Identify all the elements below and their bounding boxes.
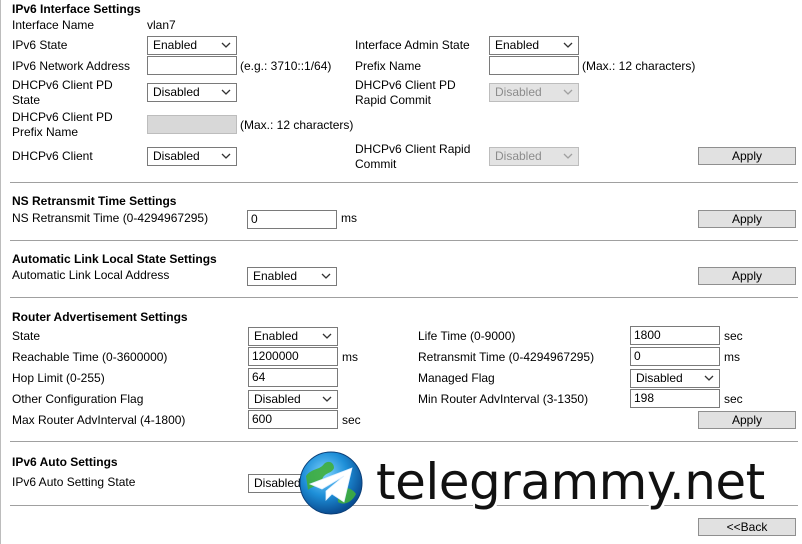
- max-adv-interval-unit: sec: [342, 413, 361, 427]
- retransmit-time-input[interactable]: 0: [630, 347, 720, 366]
- pd-rapid-label-line1: DHCPv6 Client PD: [355, 78, 456, 92]
- interface-name-value: vlan7: [147, 18, 176, 32]
- chevron-down-icon: [221, 153, 231, 159]
- client-rapid-label-line1: DHCPv6 Client Rapid: [355, 142, 471, 156]
- retransmit-time-label: Retransmit Time (0-4294967295): [418, 350, 595, 364]
- left-frame-border: [0, 0, 1, 544]
- retransmit-time-unit: ms: [724, 350, 740, 364]
- chevron-down-icon: [322, 333, 332, 339]
- ns-retransmit-input[interactable]: 0: [247, 210, 337, 229]
- section-divider: [10, 441, 798, 442]
- pd-prefix-hint: (Max.: 12 characters): [240, 118, 354, 132]
- network-address-input[interactable]: [147, 56, 237, 75]
- ipv6-state-value: Enabled: [153, 38, 198, 52]
- telegram-globe-icon: [299, 451, 363, 515]
- pd-prefix-input: [147, 115, 237, 134]
- pd-state-label-line2: State: [12, 93, 41, 107]
- chevron-down-icon: [563, 42, 573, 48]
- min-adv-interval-input[interactable]: 198: [630, 389, 720, 408]
- ns-retransmit-label: NS Retransmit Time (0-4294967295): [12, 211, 209, 225]
- dhcp-client-label: DHCPv6 Client: [12, 149, 93, 163]
- client-rapid-select: Disabled: [489, 147, 579, 166]
- apply-interface-button[interactable]: Apply: [698, 147, 796, 165]
- section-title-ipv6-auto: IPv6 Auto Settings: [12, 455, 118, 469]
- max-adv-interval-input[interactable]: 600: [248, 410, 338, 429]
- min-adv-interval-unit: sec: [724, 392, 743, 406]
- prefix-name-hint: (Max.: 12 characters): [582, 59, 696, 73]
- ipv6-state-label: IPv6 State: [12, 38, 68, 52]
- network-address-label: IPv6 Network Address: [12, 59, 131, 73]
- section-title-auto-link-local: Automatic Link Local State Settings: [12, 252, 217, 266]
- section-divider: [10, 240, 798, 241]
- life-time-label: Life Time (0-9000): [418, 329, 516, 343]
- pd-state-value: Disabled: [153, 85, 200, 99]
- chevron-down-icon: [321, 273, 331, 279]
- reachable-time-input[interactable]: 1200000: [248, 347, 338, 366]
- other-config-select[interactable]: Disabled: [248, 390, 338, 409]
- client-rapid-value: Disabled: [495, 149, 542, 163]
- pd-rapid-value: Disabled: [495, 85, 542, 99]
- apply-link-local-button[interactable]: Apply: [698, 267, 796, 285]
- pd-state-select[interactable]: Disabled: [147, 83, 237, 102]
- section-title-router-adv: Router Advertisement Settings: [12, 310, 188, 324]
- interface-name-label: Interface Name: [12, 18, 95, 32]
- admin-state-select[interactable]: Enabled: [489, 36, 579, 55]
- admin-state-value: Enabled: [495, 38, 540, 52]
- hop-limit-input[interactable]: 64: [248, 368, 338, 387]
- reachable-time-unit: ms: [342, 350, 358, 364]
- apply-router-adv-button[interactable]: Apply: [698, 411, 796, 429]
- pd-state-label-line1: DHCPv6 Client PD: [12, 78, 113, 92]
- ra-state-select[interactable]: Enabled: [248, 327, 338, 346]
- chevron-down-icon: [221, 42, 231, 48]
- back-button[interactable]: <<Back: [698, 518, 796, 536]
- chevron-down-icon: [221, 89, 231, 95]
- prefix-name-input[interactable]: [489, 56, 579, 75]
- life-time-input[interactable]: 1800: [630, 326, 720, 345]
- network-address-hint: (e.g.: 3710::1/64): [240, 59, 332, 73]
- auto-link-local-label: Automatic Link Local Address: [12, 268, 170, 282]
- other-config-label: Other Configuration Flag: [12, 392, 144, 406]
- hop-limit-label: Hop Limit (0-255): [12, 371, 105, 385]
- chevron-down-icon: [322, 396, 332, 402]
- managed-flag-value: Disabled: [636, 371, 683, 385]
- min-adv-interval-label: Min Router AdvInterval (3-1350): [418, 392, 589, 406]
- auto-link-local-value: Enabled: [253, 269, 298, 283]
- other-config-value: Disabled: [254, 392, 301, 406]
- prefix-name-label: Prefix Name: [355, 59, 422, 73]
- ra-state-value: Enabled: [254, 329, 299, 343]
- pd-prefix-label-line1: DHCPv6 Client PD: [12, 110, 113, 124]
- chevron-down-icon: [704, 375, 714, 381]
- managed-flag-label: Managed Flag: [418, 371, 495, 385]
- ipv6-state-select[interactable]: Enabled: [147, 36, 237, 55]
- auto-link-local-select[interactable]: Enabled: [247, 267, 337, 286]
- chevron-down-icon: [563, 153, 573, 159]
- ipv6-auto-label: IPv6 Auto Setting State: [12, 475, 136, 489]
- watermark: telegrammy.net: [298, 450, 788, 520]
- life-time-unit: sec: [724, 329, 743, 343]
- admin-state-label: Interface Admin State: [355, 38, 470, 52]
- reachable-time-label: Reachable Time (0-3600000): [12, 350, 168, 364]
- section-divider: [10, 182, 798, 183]
- max-adv-interval-label: Max Router AdvInterval (4-1800): [12, 413, 186, 427]
- ra-state-label: State: [12, 329, 41, 343]
- section-title-ipv6-interface: IPv6 Interface Settings: [12, 2, 141, 16]
- dhcp-client-value: Disabled: [153, 149, 200, 163]
- ipv6-auto-value: Disabled: [254, 476, 301, 490]
- section-divider: [10, 297, 798, 298]
- dhcp-client-select[interactable]: Disabled: [147, 147, 237, 166]
- pd-rapid-select: Disabled: [489, 83, 579, 102]
- pd-prefix-label-line2: Prefix Name: [12, 125, 79, 139]
- apply-ns-button[interactable]: Apply: [698, 210, 796, 228]
- client-rapid-label-line2: Commit: [355, 157, 397, 171]
- section-title-ns-retransmit: NS Retransmit Time Settings: [12, 194, 177, 208]
- pd-rapid-label-line2: Rapid Commit: [355, 93, 432, 107]
- watermark-text: telegrammy.net: [376, 453, 765, 511]
- ns-retransmit-unit: ms: [341, 211, 357, 225]
- managed-flag-select[interactable]: Disabled: [630, 369, 720, 388]
- chevron-down-icon: [563, 89, 573, 95]
